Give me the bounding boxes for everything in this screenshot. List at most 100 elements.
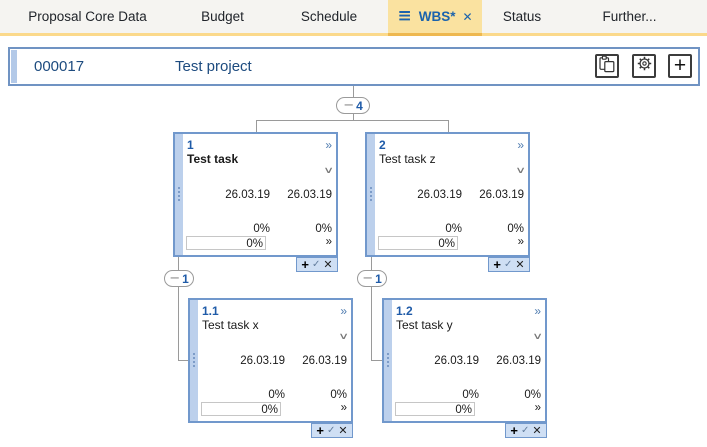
delete-icon[interactable]: ✕ [323, 259, 332, 270]
percent-left: 0% [202, 389, 285, 401]
confirm-icon[interactable]: ✓ [504, 260, 512, 270]
add-node-button[interactable]: + [668, 54, 692, 78]
card-drag-handle[interactable] [190, 300, 198, 421]
end-date: 26.03.19 [462, 189, 524, 201]
add-icon[interactable]: + [316, 424, 324, 437]
collapse-icon: − [362, 272, 373, 285]
gear-icon [636, 55, 653, 77]
collapse-root-expander[interactable]: − 4 [336, 97, 370, 114]
connector-line [256, 120, 257, 132]
collapse-node1-expander[interactable]: − 1 [164, 270, 194, 287]
grip-dots-icon [178, 187, 180, 189]
card-action-bar: + ✓ ✕ [311, 423, 353, 438]
card-code: 1 [187, 138, 325, 152]
expand-more-icon[interactable]: » [459, 237, 524, 249]
collapse-node2-expander[interactable]: − 1 [357, 270, 387, 287]
tab-bar: Proposal Core Data Budget Schedule ≡ WBS… [0, 0, 707, 33]
percent-left: 0% [396, 389, 479, 401]
project-header[interactable]: 000017 Test project [8, 47, 700, 86]
active-tab-underline [388, 33, 482, 36]
wbs-card-1-1[interactable]: 1.1 » Test task x ∨ 26.03.19 26.03.19 0%… [188, 298, 353, 423]
tab-further[interactable]: Further... [562, 0, 697, 33]
grip-dots-icon [387, 353, 389, 355]
menu-icon[interactable]: ≡ [397, 8, 411, 25]
percent-input[interactable]: 0% [378, 236, 458, 250]
wbs-card-2[interactable]: 2 » Test task z ∨ 26.03.19 26.03.19 0% 0… [365, 132, 530, 257]
card-action-bar: + ✓ ✕ [505, 423, 547, 438]
child-count: 1 [375, 273, 382, 285]
delete-icon[interactable]: ✕ [532, 425, 541, 436]
child-count: 4 [356, 100, 363, 112]
add-icon[interactable]: + [301, 258, 309, 271]
percent-left: 0% [379, 223, 462, 235]
start-date: 26.03.19 [396, 355, 479, 367]
card-drag-handle[interactable] [175, 134, 183, 255]
card-drag-handle[interactable] [384, 300, 392, 421]
tab-budget[interactable]: Budget [175, 0, 270, 33]
tab-schedule[interactable]: Schedule [270, 0, 388, 33]
connector-line [371, 287, 372, 360]
chevron-down-icon[interactable]: ∨ [338, 332, 349, 341]
expand-details-icon[interactable]: » [534, 305, 541, 317]
expand-more-icon[interactable]: » [282, 403, 347, 415]
connector-line [178, 257, 179, 271]
collapse-icon: − [169, 272, 180, 285]
chevron-down-icon[interactable]: ∨ [515, 166, 526, 175]
project-header-stripe [11, 50, 17, 83]
connector-line [371, 257, 372, 271]
connector-line [256, 120, 449, 121]
collapse-icon: − [343, 99, 354, 112]
paste-button[interactable] [595, 54, 619, 78]
add-icon[interactable]: + [493, 258, 501, 271]
percent-left: 0% [187, 223, 270, 235]
confirm-icon[interactable]: ✓ [327, 426, 335, 436]
start-date: 26.03.19 [187, 189, 270, 201]
connector-line [178, 360, 188, 361]
end-date: 26.03.19 [270, 189, 332, 201]
paste-icon [598, 55, 616, 78]
plus-icon: + [674, 57, 686, 75]
connector-line [371, 360, 382, 361]
tab-status[interactable]: Status [482, 0, 562, 33]
card-action-bar: + ✓ ✕ [296, 257, 338, 272]
tab-wbs[interactable]: ≡ WBS* ✕ [388, 0, 482, 33]
start-date: 26.03.19 [202, 355, 285, 367]
percent-input[interactable]: 0% [395, 402, 475, 416]
wbs-card-1[interactable]: 1 » Test task ∨ 26.03.19 26.03.19 0% 0% … [173, 132, 338, 257]
card-code: 2 [379, 138, 517, 152]
card-code: 1.2 [396, 304, 534, 318]
settings-button[interactable] [632, 54, 656, 78]
grip-dots-icon [370, 187, 372, 189]
percent-right: 0% [479, 389, 541, 401]
percent-input[interactable]: 0% [186, 236, 266, 250]
add-icon[interactable]: + [510, 424, 518, 437]
card-drag-handle[interactable] [367, 134, 375, 255]
confirm-icon[interactable]: ✓ [521, 426, 529, 436]
percent-right: 0% [285, 389, 347, 401]
start-date: 26.03.19 [379, 189, 462, 201]
project-id: 000017 [34, 49, 84, 84]
expand-details-icon[interactable]: » [340, 305, 347, 317]
grip-dots-icon [193, 353, 195, 355]
tab-underline [0, 33, 707, 36]
tab-wbs-label: WBS* [419, 9, 456, 24]
expand-more-icon[interactable]: » [476, 403, 541, 415]
percent-input[interactable]: 0% [201, 402, 281, 416]
percent-right: 0% [462, 223, 524, 235]
chevron-down-icon[interactable]: ∨ [532, 332, 543, 341]
end-date: 26.03.19 [479, 355, 541, 367]
connector-line [448, 120, 449, 132]
expand-details-icon[interactable]: » [325, 139, 332, 151]
expand-more-icon[interactable]: » [267, 237, 332, 249]
confirm-icon[interactable]: ✓ [312, 260, 320, 270]
chevron-down-icon[interactable]: ∨ [323, 166, 334, 175]
delete-icon[interactable]: ✕ [338, 425, 347, 436]
close-tab-icon[interactable]: ✕ [462, 11, 472, 23]
expand-details-icon[interactable]: » [517, 139, 524, 151]
wbs-card-1-2[interactable]: 1.2 » Test task y ∨ 26.03.19 26.03.19 0%… [382, 298, 547, 423]
card-action-bar: + ✓ ✕ [488, 257, 530, 272]
project-name[interactable]: Test project [175, 49, 252, 84]
connector-line [178, 287, 179, 360]
delete-icon[interactable]: ✕ [515, 259, 524, 270]
tab-proposal-core-data[interactable]: Proposal Core Data [0, 0, 175, 33]
